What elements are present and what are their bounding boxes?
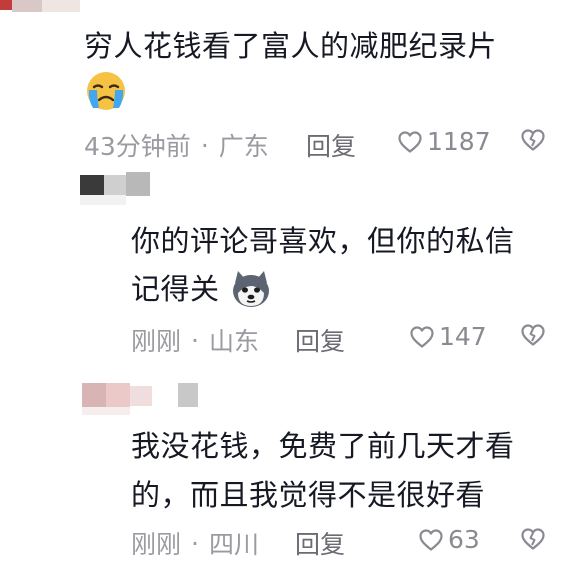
husky-dog-emoji xyxy=(229,266,273,316)
comment-meta: 刚刚 · 四川 xyxy=(131,525,259,561)
comment-location: 广东 xyxy=(218,132,269,161)
heart-icon xyxy=(410,325,434,348)
comment-meta: 刚刚 · 山东 xyxy=(131,322,259,358)
comment-text: 我没花钱，免费了前几天才看 xyxy=(131,429,515,463)
heart-icon xyxy=(398,130,422,153)
dislike-button[interactable] xyxy=(520,527,546,555)
dislike-button[interactable] xyxy=(520,128,546,156)
like-count: 63 xyxy=(448,525,480,554)
like-button[interactable]: 63 xyxy=(418,525,480,554)
like-button[interactable]: 1187 xyxy=(397,127,491,156)
reply-button[interactable]: 回复 xyxy=(295,525,345,561)
reply-button[interactable]: 回复 xyxy=(306,127,356,163)
comment-meta: 43分钟前 · 广东 xyxy=(84,127,269,163)
broken-heart-icon xyxy=(521,324,545,346)
separator: · xyxy=(200,130,209,160)
comment-text: 的，而且我觉得不是很好看 xyxy=(131,478,486,512)
comment-time: 刚刚 xyxy=(131,327,182,356)
comment-text: 你的评论哥喜欢，但你的私信 xyxy=(131,224,515,258)
crying-face-emoji xyxy=(84,70,128,116)
reply-button[interactable]: 回复 xyxy=(295,322,345,358)
comment-time: 刚刚 xyxy=(131,530,182,559)
dislike-button[interactable] xyxy=(520,323,546,351)
comment-location: 山东 xyxy=(208,327,259,356)
like-count: 1187 xyxy=(427,127,491,156)
comment-text: 记得关 xyxy=(131,264,273,316)
like-button[interactable]: 147 xyxy=(409,322,487,351)
comment-text: 穷人花钱看了富人的减肥纪录片 xyxy=(84,29,498,63)
heart-icon xyxy=(419,528,443,551)
separator: · xyxy=(191,528,199,558)
broken-heart-icon xyxy=(521,129,545,151)
comment-time: 43分钟前 xyxy=(84,132,191,161)
broken-heart-icon xyxy=(521,528,545,550)
comment-location: 四川 xyxy=(208,530,259,559)
separator: · xyxy=(191,325,199,355)
like-count: 147 xyxy=(439,322,487,351)
